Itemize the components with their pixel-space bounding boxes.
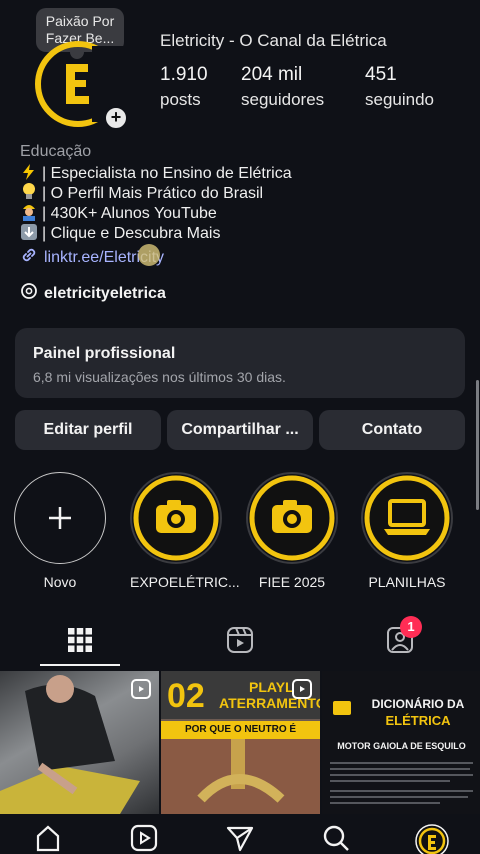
nav-profile[interactable]	[412, 824, 452, 854]
post-thumbnail[interactable]: 02 PLAYL ATERRAMENTO POR QUE O NEUTRO É …	[161, 671, 320, 814]
text-lines-icon	[330, 762, 473, 804]
posts-count[interactable]: 1.910 posts	[160, 64, 208, 110]
bio-text: | Clique e Descubra Mais	[42, 225, 221, 242]
laptop-icon	[364, 475, 450, 561]
paper-plane-icon	[226, 826, 254, 852]
threads-handle: eletricityeletrica	[44, 284, 166, 302]
tab-tagged[interactable]	[320, 612, 480, 668]
add-story-button[interactable]: +	[104, 106, 128, 130]
post-title-top: PLAYL	[249, 679, 294, 695]
posts-value: 1.910	[160, 64, 208, 85]
bio-line: | 430K+ Alunos YouTube	[20, 204, 292, 224]
camera-icon	[249, 475, 335, 561]
nav-reels[interactable]	[124, 824, 164, 854]
lightning-icon	[20, 163, 38, 185]
note-text-1: Paixão Por	[45, 13, 115, 29]
link-icon	[20, 246, 38, 269]
highlight-ring	[246, 472, 338, 564]
down-arrow-icon	[20, 223, 38, 245]
highlight-label: Novo	[43, 574, 77, 590]
highlight-label: EXPOELÉTRIC...	[130, 574, 240, 590]
highlight-ring	[361, 472, 453, 564]
tab-reels[interactable]	[160, 612, 320, 668]
post-thumbnail[interactable]	[0, 671, 159, 814]
bottom-navigation	[0, 814, 480, 854]
plus-icon	[49, 507, 71, 529]
following-value: 451	[365, 64, 397, 85]
threads-icon	[20, 282, 38, 305]
book-icon	[333, 701, 351, 715]
bio-line: | Clique e Descubra Mais	[20, 223, 292, 245]
nav-home[interactable]	[28, 824, 68, 854]
highlight-expoeletrica[interactable]: EXPOELÉTRIC...	[130, 472, 240, 590]
following-count[interactable]: 451 seguindo	[365, 64, 434, 110]
highlight-new[interactable]: Novo	[14, 472, 106, 590]
highlight-ring	[14, 472, 106, 564]
highlight-fiee-2025[interactable]: FIEE 2025	[246, 472, 338, 590]
nav-search[interactable]	[316, 824, 356, 854]
bio-text: | 430K+ Alunos YouTube	[42, 205, 217, 222]
highlight-planilhas[interactable]: PLANILHAS	[361, 472, 453, 590]
edit-profile-button[interactable]: Editar perfil	[15, 410, 161, 450]
highlight-label: PLANILHAS	[368, 574, 446, 590]
highlight-label: FIEE 2025	[258, 574, 326, 590]
bio-text: | O Perfil Mais Prático do Brasil	[42, 185, 264, 202]
scrollbar-thumb[interactable]	[476, 380, 479, 510]
followers-label: seguidores	[241, 90, 325, 109]
content-tabs: 1	[0, 612, 480, 668]
contact-button[interactable]: Contato	[319, 410, 465, 450]
active-tab-indicator	[40, 664, 120, 666]
post-dict-title-2: ELÉTRICA	[385, 713, 451, 728]
highlight-ring	[130, 472, 222, 564]
camera-icon	[133, 475, 219, 561]
profile-avatar-icon	[415, 824, 449, 854]
home-icon	[36, 825, 60, 852]
bio-text: | Especialista no Ensino de Elétrica	[42, 165, 292, 182]
post-thumbnail[interactable]: DICIONÁRIO DA ELÉTRICA MOTOR GAIOLA DE E…	[322, 671, 480, 814]
panel-subtitle: 6,8 mi visualizações nos últimos 30 dias…	[33, 369, 286, 385]
professional-dashboard[interactable]: Painel profissional 6,8 mi visualizações…	[15, 328, 465, 398]
post-subtitle: POR QUE O NEUTRO É ATERRADO?	[161, 721, 320, 753]
panel-title: Painel profissional	[33, 345, 176, 362]
reels-icon	[227, 627, 253, 653]
bio-line: | O Perfil Mais Prático do Brasil	[20, 182, 292, 204]
tab-grid[interactable]	[0, 612, 160, 668]
post-dict-title: DICIONÁRIO DA	[371, 697, 465, 711]
touch-indicator	[138, 244, 160, 266]
grounding-rod-icon	[161, 739, 320, 814]
bio: | Especialista no Ensino de Elétrica | O…	[20, 163, 292, 245]
posts-label: posts	[160, 90, 201, 109]
post-number: 02	[167, 677, 205, 715]
bio-line: | Especialista no Ensino de Elétrica	[20, 163, 292, 185]
search-icon	[323, 825, 349, 851]
reel-icon	[292, 679, 312, 699]
profile-name: Eletricity - O Canal da Elétrica	[160, 31, 387, 50]
grid-icon	[68, 628, 92, 652]
threads-badge[interactable]: eletricityeletrica	[20, 282, 166, 305]
share-profile-button[interactable]: Compartilhar ...	[167, 410, 313, 450]
following-label: seguindo	[365, 90, 435, 109]
followers-value: 204 mil	[241, 64, 303, 85]
posts-grid: 02 PLAYL ATERRAMENTO POR QUE O NEUTRO É …	[0, 671, 480, 814]
reel-icon	[131, 679, 151, 699]
reels-icon	[130, 824, 158, 852]
worker-icon	[20, 203, 38, 226]
profile-category: Educação	[20, 143, 92, 160]
followers-count[interactable]: 204 mil seguidores	[241, 64, 324, 110]
nav-direct[interactable]	[220, 824, 260, 854]
tagged-notification-badge: 1	[400, 616, 422, 638]
post-dict-subtitle: MOTOR GAIOLA DE ESQUILO	[337, 741, 466, 751]
